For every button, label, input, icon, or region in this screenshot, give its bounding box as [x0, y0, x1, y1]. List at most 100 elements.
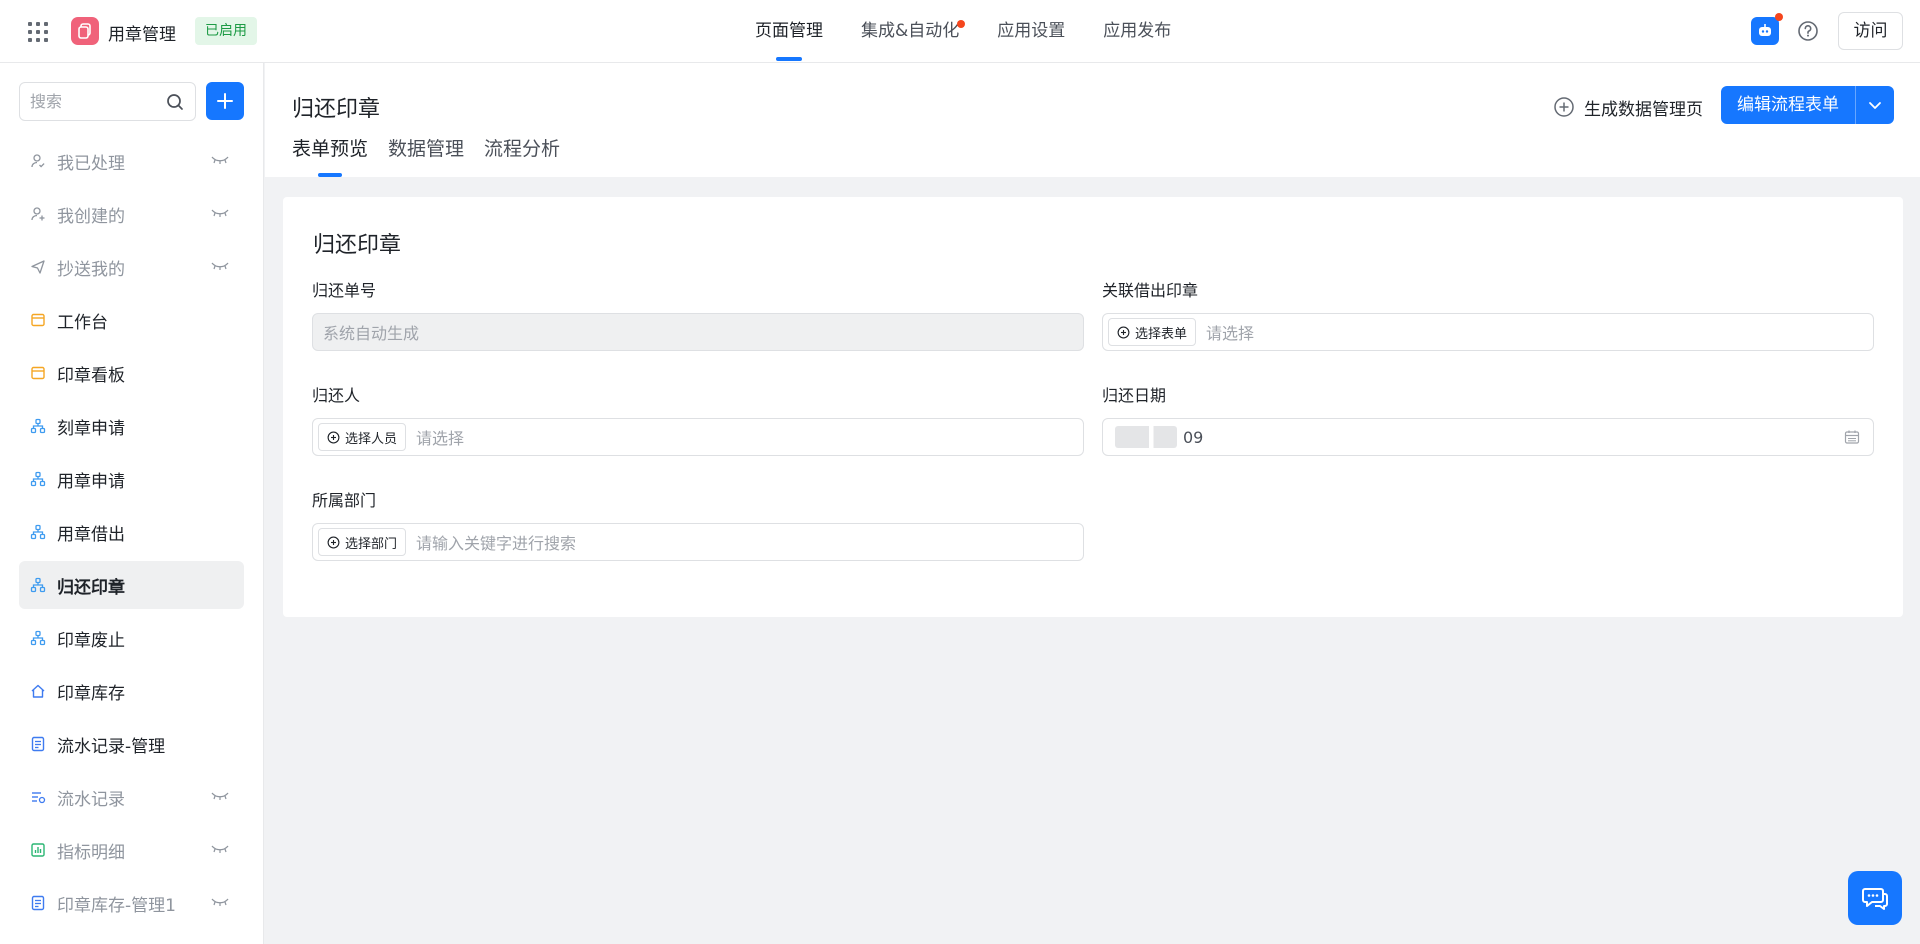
flow-icon	[30, 471, 46, 487]
tab-integration-automation[interactable]: 集成&自动化	[861, 0, 966, 63]
tab-app-publish[interactable]: 应用发布	[1103, 0, 1171, 63]
sidebar-item-seal-use-request[interactable]: 用章申请	[19, 455, 244, 503]
edit-flow-form-split-button: 编辑流程表单	[1721, 86, 1894, 124]
calendar-icon[interactable]	[1844, 429, 1860, 445]
sidebar-item-label: 刻章申请	[57, 418, 125, 439]
tab-flow-analysis[interactable]: 流程分析	[484, 135, 560, 177]
eye-closed-icon[interactable]	[211, 261, 229, 271]
flow-icon	[30, 577, 46, 593]
sidebar-item-metric-detail[interactable]: 指标明细	[19, 826, 244, 874]
assistant-button[interactable]	[1751, 13, 1783, 45]
eye-closed-icon[interactable]	[211, 155, 229, 165]
sidebar-item-my-created[interactable]: 我创建的	[19, 190, 244, 238]
sidebar-search	[19, 82, 196, 121]
generate-data-page-button[interactable]: 生成数据管理页	[1553, 94, 1703, 120]
sidebar-item-return-seal[interactable]: 归还印章	[19, 561, 244, 609]
linked-borrow-input[interactable]: 选择表单 请选择	[1102, 313, 1874, 351]
sidebar-item-flow-record[interactable]: 流水记录	[19, 773, 244, 821]
top-nav: 页面管理 集成&自动化 应用设置 应用发布	[755, 0, 1209, 63]
search-icon[interactable]	[165, 92, 185, 112]
help-icon[interactable]	[1797, 20, 1819, 42]
edit-options-dropdown[interactable]	[1855, 86, 1894, 124]
add-page-button[interactable]	[206, 82, 244, 120]
sidebar-item-seal-board[interactable]: 印章看板	[19, 349, 244, 397]
dashboard-icon	[31, 313, 45, 327]
input-placeholder: 请选择	[416, 429, 465, 448]
input-placeholder: 请输入关键字进行搜索	[416, 534, 577, 553]
sidebar-item-label: 用章借出	[57, 524, 125, 545]
plus-icon	[217, 93, 233, 109]
report-icon	[31, 736, 45, 752]
home-icon	[31, 684, 45, 698]
plus-circle-icon	[1117, 326, 1130, 338]
sidebar-item-label: 指标明细	[57, 842, 125, 863]
status-badge: 已启用	[195, 17, 257, 45]
select-person-button[interactable]: 选择人员	[318, 423, 407, 451]
tab-data-management[interactable]: 数据管理	[388, 135, 464, 177]
sidebar-item-cc-to-me[interactable]: 抄送我的	[19, 243, 244, 291]
input-placeholder: 请选择	[1206, 324, 1255, 343]
sidebar-nav: 我已处理 我创建的 抄送我的 工作台 印章看板 刻章申请 用章申请 用章借出 归…	[19, 137, 244, 932]
plus-circle-icon	[327, 536, 340, 548]
field-label: 归还单号	[312, 281, 377, 300]
return-date-input[interactable]: 09	[1102, 418, 1874, 456]
field-return-date: 归还日期 09	[1102, 384, 1874, 456]
tab-form-preview[interactable]: 表单预览	[292, 135, 368, 177]
return-number-input: 系统自动生成	[312, 313, 1084, 351]
sidebar-item-label: 印章库存-管理1	[57, 895, 176, 916]
field-label: 归还人	[312, 386, 361, 405]
notification-dot	[1775, 13, 1783, 21]
chat-support-button[interactable]	[1848, 871, 1902, 925]
form-title: 归还印章	[313, 233, 402, 258]
select-form-button[interactable]: 选择表单	[1108, 318, 1197, 346]
tab-page-management[interactable]: 页面管理	[755, 0, 823, 63]
eye-closed-icon[interactable]	[211, 844, 229, 854]
edit-flow-form-button[interactable]: 编辑流程表单	[1721, 86, 1855, 124]
user-plus-icon	[31, 207, 45, 221]
eye-closed-icon[interactable]	[211, 897, 229, 907]
sidebar-item-label: 抄送我的	[57, 259, 125, 280]
returner-input[interactable]: 选择人员 请选择	[312, 418, 1084, 456]
field-label: 关联借出印章	[1102, 281, 1199, 300]
page-title: 归还印章	[292, 97, 381, 122]
top-bar: 用章管理 已启用 页面管理 集成&自动化 应用设置 应用发布 访问	[0, 0, 1920, 63]
sidebar-item-label: 印章废止	[57, 630, 125, 651]
plus-circle-icon	[1554, 97, 1574, 117]
sidebar-item-label: 我创建的	[57, 206, 125, 227]
list-icon	[32, 792, 46, 804]
chat-icon	[1862, 888, 1888, 910]
sidebar-item-seal-abolish[interactable]: 印章废止	[19, 614, 244, 662]
sidebar-item-seal-inventory[interactable]: 印章库存	[19, 667, 244, 715]
flow-icon	[30, 524, 46, 540]
user-check-icon	[31, 154, 45, 168]
field-linked-borrow: 关联借出印章 选择表单 请选择	[1102, 279, 1874, 351]
sidebar-item-engrave-request[interactable]: 刻章申请	[19, 402, 244, 450]
field-return-number: 归还单号 系统自动生成	[312, 279, 1084, 351]
visit-button[interactable]: 访问	[1838, 12, 1903, 50]
sidebar-item-label: 流水记录-管理	[57, 736, 166, 757]
sidebar-item-seal-inventory-admin1[interactable]: 印章库存-管理1	[19, 879, 244, 927]
dashboard-icon	[31, 366, 45, 380]
sidebar-item-label: 归还印章	[57, 577, 125, 598]
flow-icon	[30, 630, 46, 646]
sidebar-item-flow-record-admin[interactable]: 流水记录-管理	[19, 720, 244, 768]
report-icon	[31, 895, 45, 911]
sidebar-item-label: 我已处理	[57, 153, 125, 174]
sidebar: 我已处理 我创建的 抄送我的 工作台 印章看板 刻章申请	[0, 63, 264, 944]
sidebar-item-workbench[interactable]: 工作台	[19, 296, 244, 344]
sidebar-item-label: 印章看板	[57, 365, 125, 386]
sidebar-item-label: 印章库存	[57, 683, 125, 704]
chevron-down-icon	[1869, 102, 1881, 109]
flow-icon	[30, 418, 46, 434]
select-department-button[interactable]: 选择部门	[318, 528, 407, 556]
tab-app-settings[interactable]: 应用设置	[997, 0, 1065, 63]
input-placeholder: 系统自动生成	[323, 324, 420, 343]
search-input[interactable]	[20, 83, 150, 120]
app-grid-icon[interactable]	[28, 22, 48, 42]
department-input[interactable]: 选择部门 请输入关键字进行搜索	[312, 523, 1084, 561]
form-preview-card: 归还印章 归还单号 系统自动生成 关联借出印章 选择表单 请选择 归还人 选择人…	[283, 197, 1903, 617]
eye-closed-icon[interactable]	[211, 208, 229, 218]
sidebar-item-my-processed[interactable]: 我已处理	[19, 137, 244, 185]
eye-closed-icon[interactable]	[211, 791, 229, 801]
sidebar-item-seal-lend[interactable]: 用章借出	[19, 508, 244, 556]
